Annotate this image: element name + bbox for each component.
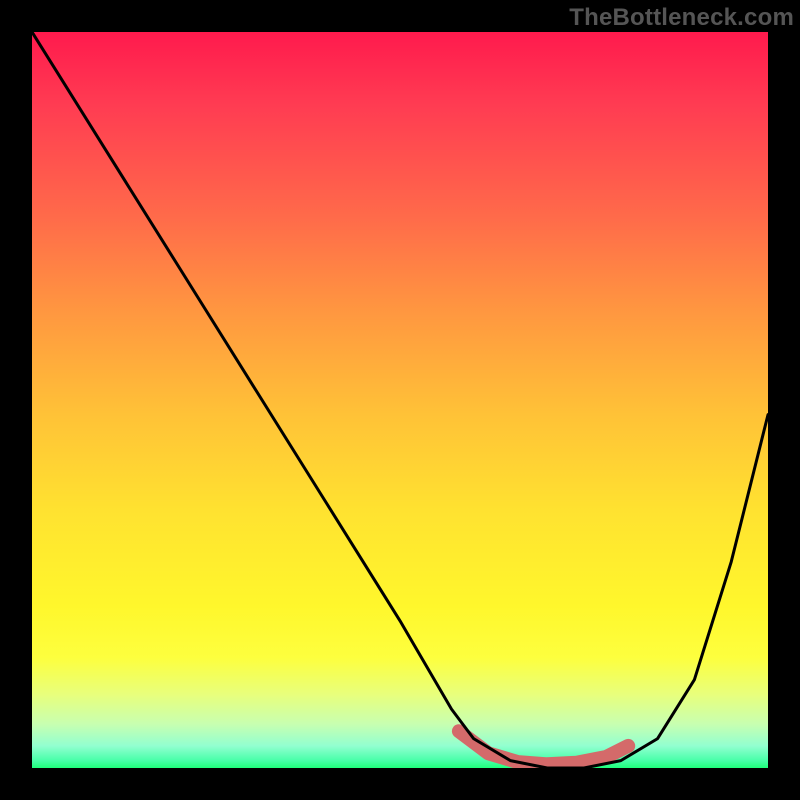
main-curve-path bbox=[32, 32, 768, 768]
plot-area bbox=[32, 32, 768, 768]
watermark-text: TheBottleneck.com bbox=[569, 4, 794, 32]
valley-highlight-path bbox=[459, 731, 628, 764]
chart-frame: TheBottleneck.com bbox=[0, 0, 800, 800]
chart-svg bbox=[32, 32, 768, 768]
